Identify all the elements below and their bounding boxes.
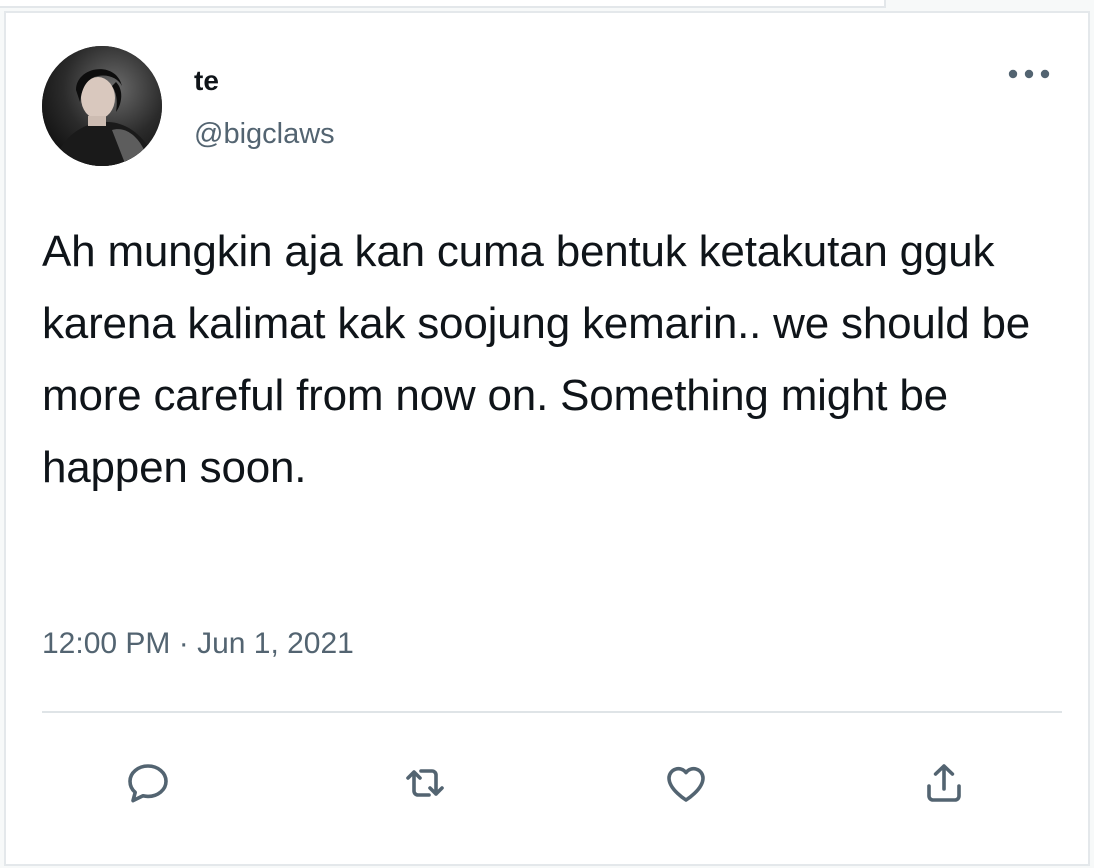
- retweet-button[interactable]: [393, 751, 457, 815]
- share-icon: [927, 764, 961, 802]
- reply-icon: [128, 764, 168, 803]
- share-button[interactable]: [912, 751, 976, 815]
- more-dots-icon: [1008, 69, 1050, 79]
- avatar[interactable]: [42, 46, 162, 166]
- like-button[interactable]: [654, 751, 718, 815]
- display-name[interactable]: te: [194, 65, 219, 97]
- reply-button[interactable]: [116, 751, 180, 815]
- previous-card-edge: [0, 0, 886, 8]
- user-handle: @bigclaws: [194, 118, 335, 150]
- more-options-button[interactable]: [1004, 59, 1054, 89]
- retweet-icon: [406, 769, 444, 797]
- divider: [42, 711, 1062, 713]
- tweet-card: te @bigclaws Ah mungkin aja kan cuma ben…: [4, 11, 1090, 866]
- tweet-actions-bar: [42, 743, 1062, 823]
- like-icon: [667, 766, 705, 802]
- avatar-image: [42, 46, 162, 166]
- tweet-text: Ah mungkin aja kan cuma bentuk ketakutan…: [42, 227, 1031, 492]
- tweet-timestamp[interactable]: 12:00 PM · Jun 1, 2021: [42, 627, 354, 661]
